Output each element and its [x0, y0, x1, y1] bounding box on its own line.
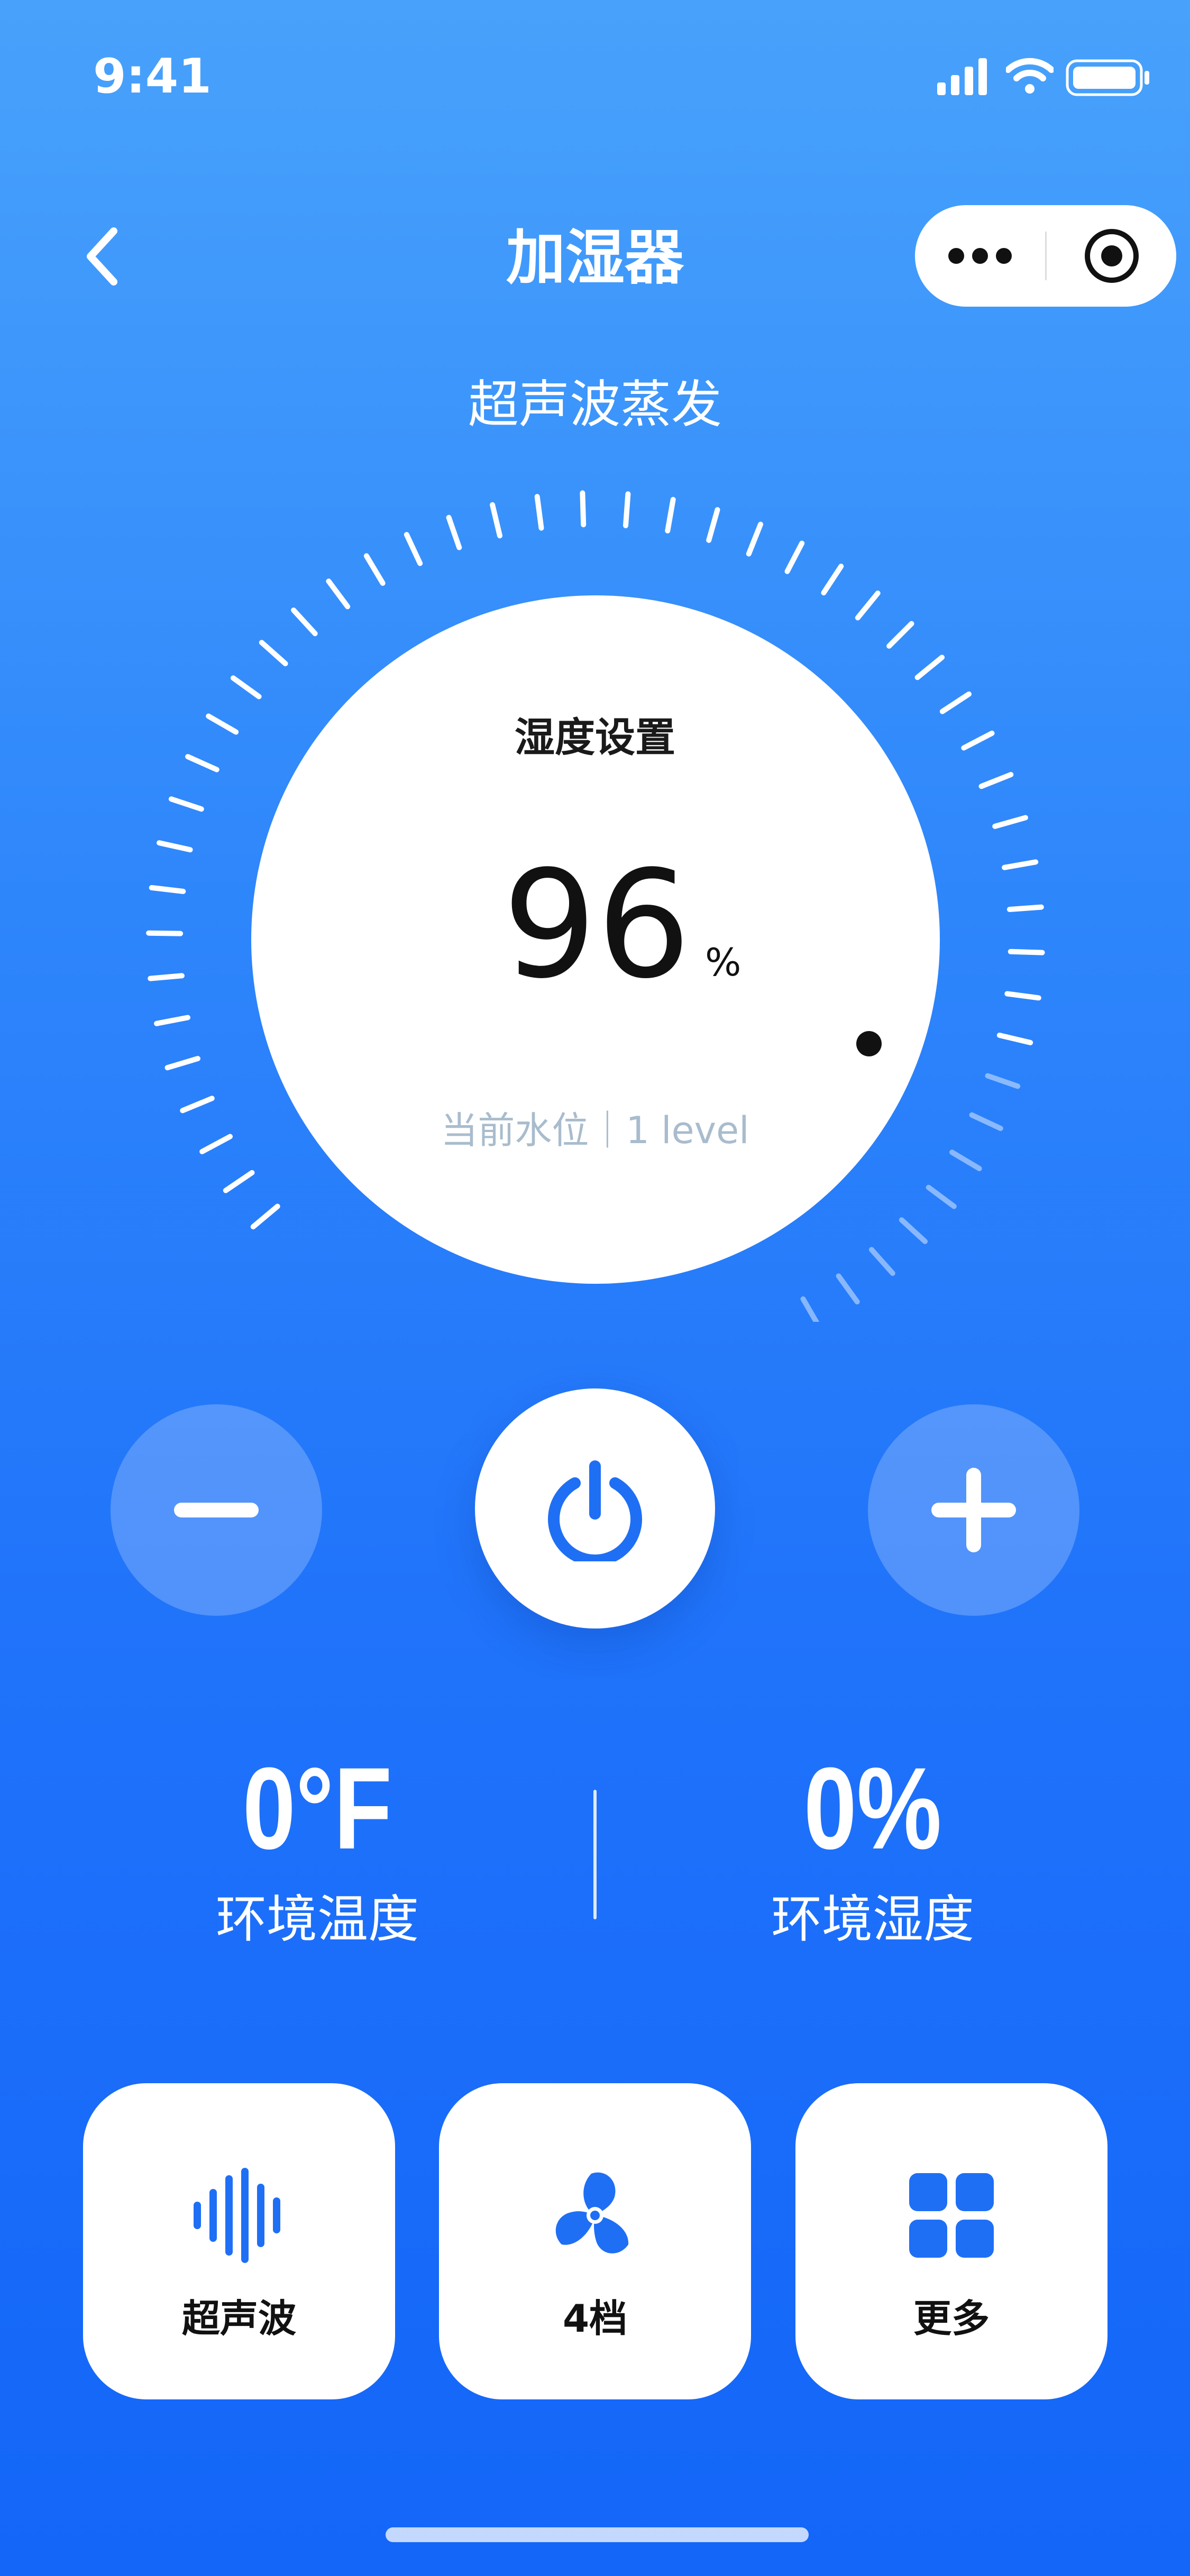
dial-tick: [1006, 904, 1044, 912]
power-button[interactable]: [475, 1388, 715, 1629]
dial-tick: [939, 691, 972, 714]
dial-tick: [784, 540, 805, 574]
dial-tick: [836, 1273, 860, 1305]
home-indicator: [386, 2527, 809, 2542]
humidity-unit: %: [705, 940, 742, 985]
ambient-humidity-label: 环境湿度: [771, 1890, 974, 1949]
dial-tick: [223, 1170, 255, 1193]
dial-tick: [821, 564, 844, 596]
dial-tick: [157, 840, 193, 853]
dial-tick: [886, 621, 914, 649]
dial-tick: [992, 815, 1028, 829]
dial-tick: [363, 553, 386, 586]
dial-tick: [665, 496, 676, 533]
dial-tick: [926, 1184, 957, 1209]
dial-label: 湿度设置: [515, 714, 675, 761]
card-label: 更多: [913, 2296, 990, 2341]
power-icon: [548, 1460, 642, 1561]
dial-tick: [978, 772, 1014, 789]
dial-knob[interactable]: [856, 1031, 882, 1056]
increase-button[interactable]: [868, 1404, 1079, 1616]
water-level-status: 当前水位｜1 level: [441, 1109, 749, 1152]
dial-tick: [326, 578, 351, 610]
dial-tick: [490, 502, 502, 539]
fan-icon: [555, 2172, 629, 2253]
dial-tick: [446, 514, 462, 550]
dial-tick: [1004, 991, 1041, 1001]
card-label: 4档: [562, 2296, 628, 2341]
dial-tick: [534, 494, 544, 531]
dial-tick: [868, 1247, 895, 1276]
ambient-humidity-value: 0%: [803, 1743, 942, 1873]
dial-tick: [1008, 949, 1045, 955]
dial-tick: [746, 521, 763, 557]
card-label: 超声波: [181, 2296, 296, 2341]
plus-icon: [931, 1468, 1016, 1552]
ambient-temperature-value: 0°F: [242, 1743, 392, 1873]
fan-level-card[interactable]: 4档: [439, 2083, 751, 2399]
dial-tick: [855, 590, 881, 621]
dial-tick: [250, 1203, 280, 1230]
dial-tick: [154, 1015, 190, 1026]
ambient-temperature-label: 环境温度: [216, 1890, 419, 1949]
dial-tick: [1002, 859, 1039, 870]
dial-tick: [914, 655, 945, 680]
dial-tick: [996, 1033, 1033, 1045]
grid-icon: [909, 2173, 994, 2258]
dial-tick: [164, 1056, 200, 1071]
dial-tick: [291, 608, 318, 637]
minus-icon: [174, 1503, 259, 1517]
dial-tick: [899, 1217, 928, 1244]
dial-tick: [404, 532, 423, 566]
sound-wave-icon: [194, 2168, 280, 2263]
dial-tick: [148, 973, 185, 981]
dial-tick: [230, 675, 262, 700]
dial-tick: [259, 640, 288, 667]
dial-tick: [623, 491, 631, 529]
dial-tick: [985, 1073, 1021, 1089]
dial-tick: [168, 796, 204, 812]
decrease-button[interactable]: [111, 1404, 322, 1616]
ultrasonic-mode-card[interactable]: 超声波: [83, 2083, 395, 2399]
dial-tick: [149, 885, 186, 894]
humidity-setting-value: 96: [502, 839, 691, 1011]
environment-divider: [593, 1790, 597, 1919]
more-functions-card[interactable]: 更多: [795, 2083, 1107, 2399]
dial-tick: [146, 930, 184, 936]
dial-tick: [800, 1296, 820, 1322]
dial-tick: [706, 507, 720, 543]
dial-tick: [580, 490, 587, 528]
